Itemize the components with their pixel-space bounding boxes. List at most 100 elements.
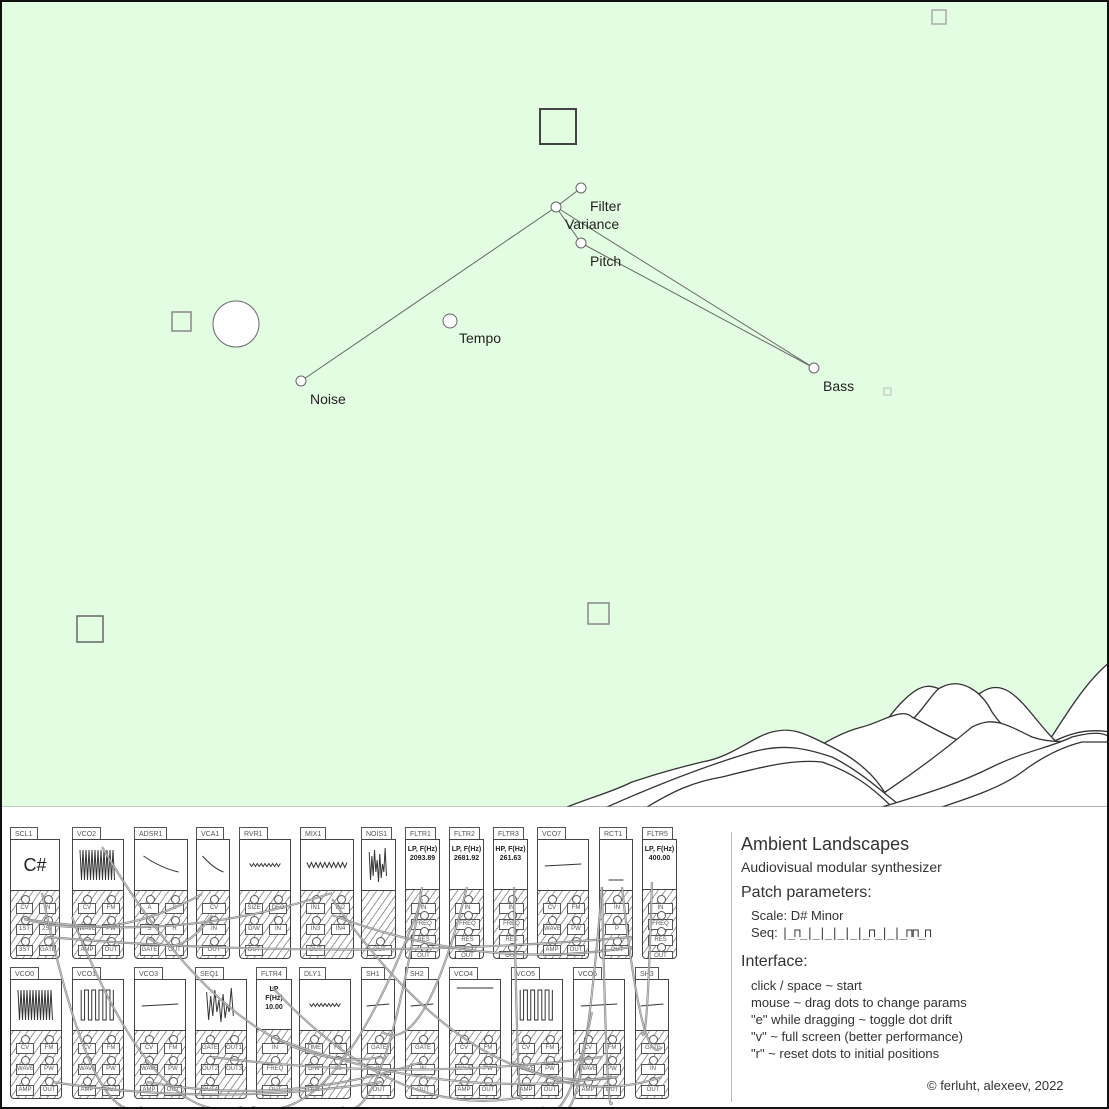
dot-label-variance: Variance: [565, 216, 620, 232]
app-title: Ambient Landscapes: [741, 834, 910, 854]
port-label: OUT: [479, 1085, 497, 1096]
port-label: IN2: [331, 903, 350, 914]
module-display: [362, 840, 395, 891]
waveform-square: [519, 989, 553, 1021]
module-vco0[interactable]: VCO0 CV FM WAVE PW AMP OUT: [10, 967, 62, 1099]
port-label: PW: [102, 1064, 120, 1075]
waveform-zigzag: [306, 861, 348, 869]
module-vco3[interactable]: VCO3 CV FM WAVE PW AMP OUT: [134, 967, 186, 1099]
app-canvas[interactable]: Filter Variance Pitch Tempo Noise Bass S…: [0, 0, 1109, 1109]
port-label: CV: [455, 1043, 473, 1054]
scale-line: Scale: D# Minor: [751, 908, 844, 923]
module-body: GATE IN OUT: [635, 979, 669, 1099]
module-body: A D S R GATE OUT: [134, 839, 188, 959]
module-vco4[interactable]: VCO4 CV FM WAVE PW AMP OUT: [449, 967, 501, 1099]
module-vco6[interactable]: VCO6 CV FM WAVE PW AMP OUT: [573, 967, 625, 1099]
module-dly1[interactable]: DLY1 TIME FB D/W IN OUT: [299, 967, 351, 1099]
landscape-view[interactable]: Filter Variance Pitch Tempo Noise Bass: [2, 2, 1107, 807]
waveform-square: [80, 989, 114, 1021]
port-label: WAVE: [579, 1064, 597, 1075]
port-label: OUT: [499, 951, 524, 958]
waveform-flat: [141, 1003, 179, 1007]
module-body: LP F(Hz) 10.00 IN FREQ OUT: [256, 979, 292, 1099]
module-sh3[interactable]: SH3 GATE IN OUT: [635, 967, 669, 1099]
dot-pitch[interactable]: [575, 237, 587, 249]
module-fltr1[interactable]: FLTR1 LP, F(Hz) 2093.89 IN FREQ RES OUT: [405, 827, 440, 959]
waveform-decay: [143, 855, 179, 873]
port-grid: GATE IN OUT: [406, 1031, 438, 1098]
dot-filter[interactable]: [575, 182, 587, 194]
module-nois1[interactable]: NOIS1 OUT: [361, 827, 396, 959]
filter-readout: LP, F(Hz) 2093.89: [408, 845, 437, 863]
port-label: D/W: [305, 1064, 323, 1075]
port-label: FM: [102, 1043, 120, 1054]
module-seq1[interactable]: SEQ1 GATE OUT1 OUT2 OUT3 OUT4: [195, 967, 247, 1099]
port-label: OUT2: [201, 1064, 219, 1075]
module-scl1[interactable]: SCL1 C# CV IN 1ST 2ST 3ST GATE: [10, 827, 60, 959]
port-grid: GATE IN OUT: [362, 1031, 394, 1098]
dot-noise[interactable]: [295, 375, 307, 387]
module-display: [574, 980, 624, 1031]
module-body: IN P OUT: [599, 839, 633, 959]
module-body: SIZE DEC D/W IN OUT: [239, 839, 291, 959]
waveform-flat: [580, 1003, 618, 1007]
module-vco7[interactable]: VCO7 CV FM WAVE PW AMP OUT: [537, 827, 589, 959]
port-label: GATE: [367, 1043, 391, 1054]
port-label: SIZE: [245, 903, 263, 914]
module-vco1[interactable]: VCO1 CV FM WAVE PW AMP OUT: [72, 967, 124, 1099]
port-label: D/W: [245, 924, 263, 935]
control-hint: mouse ~ drag dots to change params: [751, 995, 967, 1010]
module-display: [135, 980, 185, 1031]
port-label: IN: [411, 1064, 435, 1075]
port-label: IN4: [331, 924, 350, 935]
port-grid: CV FM WAVE PW AMP OUT: [135, 1031, 185, 1098]
port-label: OUT: [202, 945, 226, 956]
module-sh1[interactable]: SH1 GATE IN OUT: [361, 967, 395, 1099]
dot-bass[interactable]: [808, 362, 820, 374]
port-label: OUT: [641, 1085, 665, 1096]
port-label: FM: [541, 1043, 559, 1054]
module-adsr1[interactable]: ADSR1 A D S R GATE OUT: [134, 827, 188, 959]
port-label: CV: [517, 1043, 535, 1054]
readout-line: F(Hz): [265, 995, 283, 1002]
module-rct1[interactable]: RCT1 IN P OUT: [599, 827, 633, 959]
port-label: IN: [329, 1064, 347, 1075]
module-fltr3[interactable]: FLTR3 HP, F(Hz) 261.63 IN FREQ RES OUT: [493, 827, 528, 959]
seq-line: Seq: |_⊓_|_|_|_|_|_⊓_|_|_⊓⊓_⊓: [751, 925, 932, 940]
module-mix1[interactable]: MIX1 IN1 IN2 IN3 IN4 OUT: [300, 827, 354, 959]
port-label: OUT: [367, 1085, 391, 1096]
module-fltr2[interactable]: FLTR2 LP, F(Hz) 2681.92 IN FREQ RES OUT: [449, 827, 484, 959]
module-vca1[interactable]: VCA1 CV IN OUT: [196, 827, 230, 959]
module-fltr4[interactable]: FLTR4 LP F(Hz) 10.00 IN FREQ OUT: [256, 967, 292, 1099]
dot-label-filter: Filter: [590, 198, 622, 214]
port-grid: CV FM WAVE PW AMP OUT: [11, 1031, 61, 1098]
module-display: [636, 980, 668, 1031]
module-display: C#: [11, 840, 59, 891]
module-body: GATE IN OUT: [361, 979, 395, 1099]
port-label: D: [165, 903, 184, 914]
module-body: CV FM WAVE PW AMP OUT: [449, 979, 501, 1099]
port-label: WAVE: [78, 924, 96, 935]
port-label: CV: [543, 903, 561, 914]
module-fltr5[interactable]: FLTR5 LP, F(Hz) 400.00 IN FREQ RES OUT: [642, 827, 677, 959]
module-vco5[interactable]: VCO5 CV FM WAVE PW AMP OUT: [511, 967, 563, 1099]
module-body: CV FM WAVE PW AMP OUT: [537, 839, 589, 959]
floating-square: [539, 108, 577, 145]
port-label: OUT: [245, 945, 263, 956]
module-rvr1[interactable]: RVR1 SIZE DEC D/W IN OUT: [239, 827, 291, 959]
module-body: CV FM WAVE PW AMP OUT: [511, 979, 563, 1099]
module-display: HP, F(Hz) 261.63: [494, 840, 527, 890]
port-label: OUT: [262, 1085, 288, 1096]
port-label: PW: [164, 1064, 182, 1075]
filter-readout: HP, F(Hz) 261.63: [495, 845, 525, 863]
module-sh2[interactable]: SH2 GATE IN OUT: [405, 967, 439, 1099]
port-grid: IN FREQ OUT: [257, 1031, 291, 1098]
port-grid: IN FREQ RES OUT: [406, 891, 439, 958]
waveform-flat: [366, 1003, 390, 1007]
dot-tempo[interactable]: [442, 313, 458, 329]
dot-variance[interactable]: [550, 201, 562, 213]
port-label: PW: [40, 1064, 58, 1075]
dot-label-noise: Noise: [310, 391, 346, 407]
module-vco2[interactable]: VCO2 CV FM WAVE PW AMP OUT: [72, 827, 124, 959]
port-label: OUT: [411, 1085, 435, 1096]
